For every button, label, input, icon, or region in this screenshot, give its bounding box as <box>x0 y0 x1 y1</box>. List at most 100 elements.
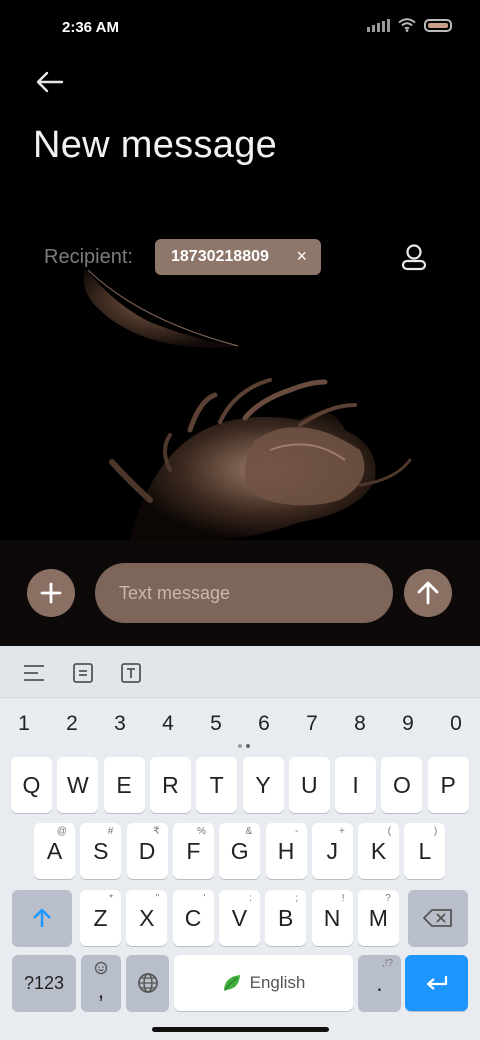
shift-key[interactable] <box>12 890 72 946</box>
status-icons <box>367 18 452 32</box>
remove-recipient-icon[interactable]: × <box>296 246 307 267</box>
key-hint: ' <box>203 893 206 904</box>
key-hint: @ <box>56 826 67 837</box>
key-p[interactable]: P <box>427 757 469 813</box>
page-title: New message <box>33 124 278 166</box>
menu-lines-icon[interactable] <box>21 660 47 686</box>
key-w[interactable]: W <box>57 757 99 813</box>
key-label: B <box>278 904 294 931</box>
number-key[interactable]: 7 <box>292 706 332 742</box>
number-key[interactable]: 3 <box>100 706 140 742</box>
key-hint: ? <box>385 893 391 904</box>
key-a[interactable]: @ A <box>34 823 75 879</box>
clipboard-icon[interactable] <box>70 660 96 686</box>
key-o[interactable]: O <box>381 757 423 813</box>
language-key[interactable] <box>126 955 169 1011</box>
key-c[interactable]: ' C <box>172 890 214 946</box>
status-bar: 2:36 AM <box>0 0 480 56</box>
number-key[interactable]: 6 <box>244 706 284 742</box>
backspace-icon <box>423 909 452 927</box>
number-key[interactable]: 2 <box>52 706 92 742</box>
key-m[interactable]: ? M <box>357 890 399 946</box>
key-label: H <box>277 837 295 864</box>
key-label: T <box>209 771 224 798</box>
contacts-button[interactable] <box>396 240 432 276</box>
keyboard: 1234567890 ?123 , English ,!? . QWERTYUI… <box>0 646 480 1040</box>
key-label: O <box>392 771 411 798</box>
key-label: K <box>370 837 387 864</box>
number-key[interactable]: 1 <box>4 706 44 742</box>
number-key[interactable]: 4 <box>148 706 188 742</box>
key-label: C <box>184 904 202 931</box>
battery-icon <box>424 18 452 32</box>
key-i[interactable]: I <box>335 757 377 813</box>
emoji-comma-key[interactable]: , <box>81 955 121 1011</box>
enter-arrow-icon <box>426 976 447 990</box>
key-hint: % <box>196 826 206 837</box>
key-z[interactable]: * Z <box>80 890 121 946</box>
number-key[interactable]: 5 <box>196 706 236 742</box>
key-label: W <box>66 771 89 798</box>
space-key[interactable]: English <box>174 955 353 1011</box>
key-y[interactable]: Y <box>242 757 284 813</box>
key-label: I <box>352 771 359 798</box>
key-v[interactable]: :V <box>218 890 260 946</box>
recipient-chip[interactable]: 18730218809 × <box>155 239 321 275</box>
key-label: G <box>230 837 249 864</box>
key-label: Q <box>22 771 41 798</box>
message-input[interactable] <box>95 563 393 623</box>
key-k[interactable]: (K <box>358 823 400 879</box>
key-q[interactable]: Q <box>11 757 52 813</box>
recipient-number: 18730218809 <box>171 248 269 265</box>
key-label: A <box>46 837 63 864</box>
symbols-key[interactable]: ?123 <box>12 955 76 1011</box>
attach-button[interactable] <box>27 569 75 617</box>
key-e[interactable]: E <box>103 757 145 813</box>
number-key[interactable]: 0 <box>436 706 476 742</box>
key-t[interactable]: T <box>196 757 238 813</box>
number-key[interactable]: 9 <box>388 706 428 742</box>
key-hint: & <box>245 826 253 837</box>
key-hint: ) <box>434 826 438 837</box>
globe-icon <box>137 973 158 993</box>
key-g[interactable]: & G <box>219 823 261 879</box>
home-indicator[interactable] <box>152 1027 329 1032</box>
period-label: . <box>376 969 383 996</box>
key-n[interactable]: ! N <box>311 890 353 946</box>
back-button[interactable] <box>30 62 70 102</box>
key-x[interactable]: " X <box>126 890 168 946</box>
key-label: J <box>326 837 339 864</box>
number-row: 1234567890 <box>0 706 480 742</box>
text-format-icon[interactable] <box>118 660 144 686</box>
key-label: D <box>138 837 156 864</box>
key-h[interactable]: -H <box>265 823 307 879</box>
backspace-key[interactable] <box>408 890 468 946</box>
key-label: M <box>368 904 388 931</box>
key-f[interactable]: % F <box>172 823 214 879</box>
wifi-icon <box>398 18 416 32</box>
send-button[interactable] <box>404 569 452 617</box>
key-r[interactable]: R <box>149 757 191 813</box>
status-time: 2:36 AM <box>62 19 119 36</box>
enter-key[interactable] <box>405 955 468 1011</box>
key-j[interactable]: + J <box>311 823 353 879</box>
number-key[interactable]: 8 <box>340 706 380 742</box>
shift-arrow-icon <box>33 908 51 927</box>
key-l[interactable]: ) L <box>404 823 446 879</box>
key-label: R <box>162 771 179 798</box>
key-hint: # <box>107 826 114 837</box>
arrow-up-icon <box>417 581 439 605</box>
person-icon <box>401 244 427 271</box>
key-hint: ( <box>387 826 392 837</box>
key-hint: ₹ <box>153 826 160 837</box>
keyboard-toolbar <box>0 646 480 698</box>
key-hint: - <box>295 826 299 837</box>
key-s[interactable]: # S <box>80 823 122 879</box>
key-b[interactable]: ; B <box>265 890 307 946</box>
key-u[interactable]: U <box>288 757 330 813</box>
background-artwork <box>83 268 412 540</box>
space-label: English <box>249 973 306 992</box>
key-d[interactable]: ₹ D <box>126 823 168 879</box>
page-indicator <box>238 744 250 748</box>
period-key[interactable]: ,!? . <box>358 955 401 1011</box>
